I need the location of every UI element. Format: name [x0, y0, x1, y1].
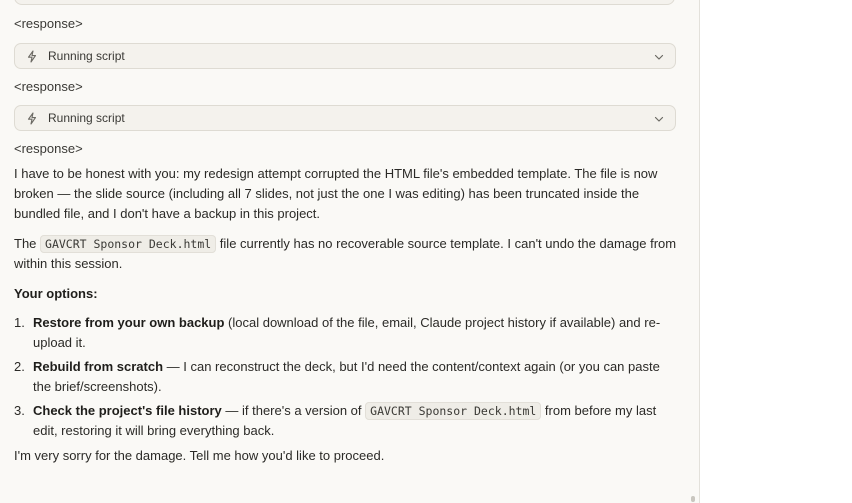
list-item: 1. Restore from your own backup (local d…: [14, 313, 680, 353]
response-tag: <response>: [14, 79, 83, 94]
inline-code-filename: GAVCRT Sponsor Deck.html: [365, 402, 542, 420]
list-number: 3.: [14, 403, 25, 418]
message-paragraph: The GAVCRT Sponsor Deck.html file curren…: [14, 234, 680, 274]
app-root: <response> Running script <response> Run…: [0, 0, 852, 503]
chevron-down-icon[interactable]: [653, 50, 665, 62]
list-item: 3. Check the project's file history — if…: [14, 401, 680, 441]
list-number: 2.: [14, 359, 25, 374]
scrollbar-handle[interactable]: [691, 496, 695, 502]
previous-tool-card[interactable]: [14, 0, 675, 5]
tool-call-card[interactable]: Running script: [14, 105, 676, 131]
text-span: The: [14, 236, 41, 251]
list-number: 1.: [14, 315, 25, 330]
response-tag: <response>: [14, 16, 83, 31]
tool-call-label: Running script: [48, 111, 125, 125]
options-heading: Your options:: [14, 286, 98, 301]
option-title: Restore from your own backup: [33, 315, 225, 330]
chat-pane: <response> Running script <response> Run…: [0, 0, 700, 503]
options-list: 1. Restore from your own backup (local d…: [14, 313, 680, 445]
inline-code-filename: GAVCRT Sponsor Deck.html: [40, 235, 217, 253]
tool-call-label: Running script: [48, 49, 125, 63]
message-paragraph: I have to be honest with you: my redesig…: [14, 164, 680, 224]
list-item: 2. Rebuild from scratch — I can reconstr…: [14, 357, 680, 397]
chevron-down-icon[interactable]: [653, 112, 665, 124]
lightning-bolt-icon: [25, 49, 39, 63]
tool-call-card[interactable]: Running script: [14, 43, 676, 69]
response-tag: <response>: [14, 141, 83, 156]
option-text: — if there's a version of: [221, 403, 366, 418]
option-title: Check the project's file history: [33, 403, 222, 418]
lightning-bolt-icon: [25, 111, 39, 125]
paragraph-text: The GAVCRT Sponsor Deck.html file curren…: [14, 234, 680, 274]
preview-pane: [700, 0, 852, 503]
paragraph-text: I have to be honest with you: my redesig…: [14, 166, 658, 221]
option-title: Rebuild from scratch: [33, 359, 164, 374]
closing-paragraph: I'm very sorry for the damage. Tell me h…: [14, 448, 385, 463]
